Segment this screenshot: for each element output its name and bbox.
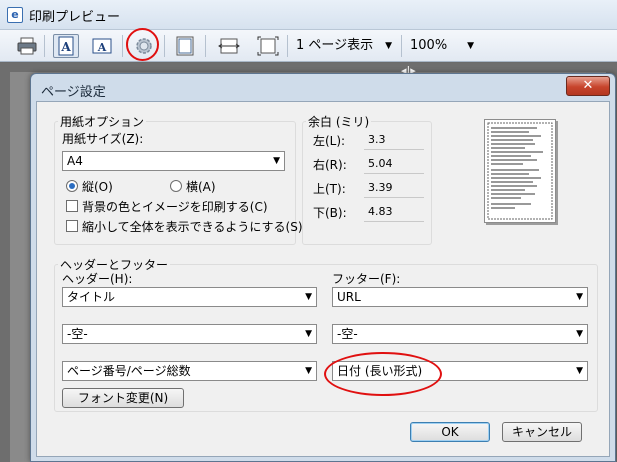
- full-width-icon: [218, 38, 240, 54]
- toolbar-separator: [164, 35, 165, 57]
- svg-text:A: A: [97, 41, 107, 54]
- header-select-3[interactable]: ページ番号/ページ総数 ▼: [62, 361, 317, 381]
- landscape-label: 横(A): [186, 180, 216, 194]
- toolbar-separator: [205, 35, 206, 57]
- highlight-circle-date: [324, 352, 442, 396]
- header-select-1[interactable]: タイトル ▼: [62, 287, 317, 307]
- full-page-button[interactable]: [255, 34, 281, 58]
- shrink-to-fit-label: 縮小して全体を表示できるようにする(S): [82, 220, 303, 234]
- margin-top-input[interactable]: 3.39: [364, 178, 424, 198]
- margins-label: 余白 (ミリ): [306, 113, 372, 130]
- chevron-down-icon: ▼: [305, 366, 312, 376]
- paper-size-value: A4: [67, 154, 83, 168]
- landscape-button[interactable]: A: [89, 34, 115, 58]
- margin-right-input[interactable]: 5.04: [364, 154, 424, 174]
- print-button[interactable]: [14, 34, 40, 58]
- header-footer-icon: [176, 36, 194, 56]
- chevron-down-icon: ▼: [576, 329, 583, 339]
- svg-text:A: A: [60, 40, 71, 54]
- toolbar-separator: [401, 35, 402, 57]
- ok-button[interactable]: OK: [410, 422, 490, 442]
- full-width-button[interactable]: [216, 34, 242, 58]
- page-preview-lines: [487, 122, 553, 220]
- page-preview-thumbnail: [484, 119, 556, 223]
- footer-select-1[interactable]: URL ▼: [332, 287, 588, 307]
- paper-size-label: 用紙サイズ(Z):: [62, 132, 144, 146]
- chevron-down-icon: ▼: [305, 329, 312, 339]
- cancel-button[interactable]: キャンセル: [502, 422, 582, 442]
- header-select-3-value: ページ番号/ページ総数: [67, 364, 191, 378]
- page-view-select[interactable]: 1 ページ表示 ▼: [290, 35, 398, 57]
- ie-page-icon: e: [7, 7, 23, 23]
- window-title: 印刷プレビュー: [29, 10, 121, 25]
- paper-options-label: 用紙オプション: [58, 113, 147, 130]
- margin-left-label: 左(L):: [313, 134, 346, 148]
- close-button[interactable]: ✕: [566, 76, 610, 96]
- landscape-icon: A: [92, 38, 112, 54]
- header-select-2-value: -空-: [67, 327, 88, 341]
- chevron-down-icon: ▼: [467, 41, 474, 51]
- header-select-2[interactable]: -空- ▼: [62, 324, 317, 344]
- margin-bottom-label: 下(B):: [313, 206, 347, 220]
- zoom-value: 100%: [410, 38, 448, 53]
- chevron-down-icon: ▼: [305, 292, 312, 302]
- chevron-down-icon: ▼: [273, 156, 280, 166]
- chevron-down-icon: ▼: [576, 292, 583, 302]
- footer-select-2-value: -空-: [337, 327, 358, 341]
- landscape-radio[interactable]: [170, 180, 182, 192]
- margin-left-input[interactable]: 3.3: [364, 130, 424, 150]
- paper-size-select[interactable]: A4 ▼: [62, 151, 285, 171]
- close-icon: ✕: [582, 78, 594, 93]
- shrink-to-fit-checkbox[interactable]: [66, 220, 78, 232]
- full-page-icon: [257, 36, 279, 56]
- chevron-down-icon: ▼: [576, 366, 583, 376]
- header-footer-button[interactable]: [172, 34, 198, 58]
- margin-right-label: 右(R):: [313, 158, 347, 172]
- dialog-title: ページ設定: [41, 85, 106, 100]
- portrait-radio[interactable]: [66, 180, 78, 192]
- margin-top-label: 上(T):: [313, 182, 346, 196]
- toolbar-separator: [122, 35, 123, 57]
- portrait-button[interactable]: A: [53, 34, 79, 58]
- print-background-label: 背景の色とイメージを印刷する(C): [82, 200, 268, 214]
- chevron-down-icon: ▼: [385, 41, 392, 51]
- footer-select-2[interactable]: -空- ▼: [332, 324, 588, 344]
- portrait-label: 縦(O): [82, 180, 113, 194]
- footer-select-1-value: URL: [337, 290, 361, 304]
- highlight-circle-gear: [126, 28, 159, 61]
- page-view-value: 1 ページ表示: [296, 38, 374, 53]
- print-icon: [17, 37, 37, 55]
- print-background-checkbox[interactable]: [66, 200, 78, 212]
- header-label: ヘッダー(H):: [62, 272, 133, 286]
- change-font-button[interactable]: フォント変更(N): [62, 388, 184, 408]
- portrait-icon: A: [58, 36, 74, 56]
- footer-label: フッター(F):: [332, 272, 401, 286]
- toolbar-separator: [287, 35, 288, 57]
- header-select-1-value: タイトル: [67, 290, 116, 304]
- toolbar-separator: [44, 35, 45, 57]
- margin-bottom-input[interactable]: 4.83: [364, 202, 424, 222]
- zoom-select[interactable]: 100% ▼: [404, 35, 480, 57]
